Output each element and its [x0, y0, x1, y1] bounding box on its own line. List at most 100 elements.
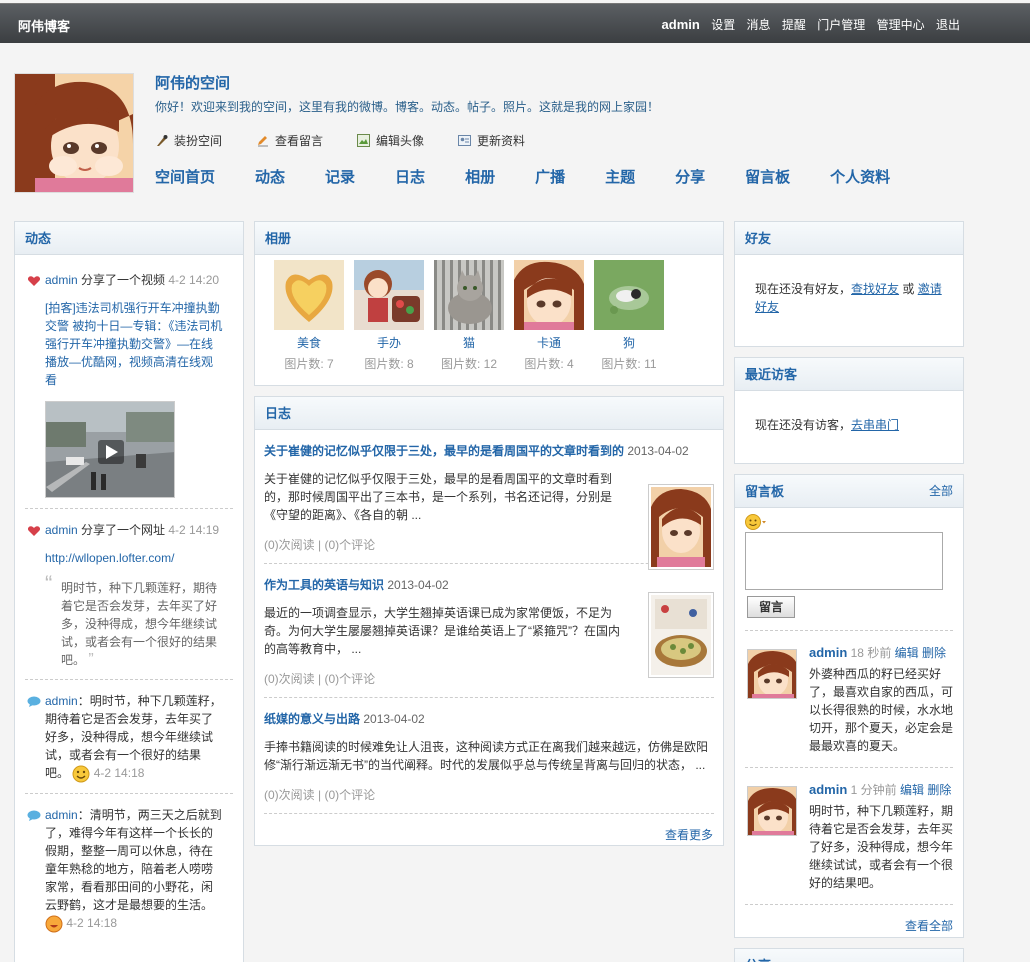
guestbook-user-link[interactable]: admin: [809, 782, 847, 797]
guestbook-submit-button[interactable]: 留言: [747, 596, 795, 618]
feed-time: 4-2 14:18: [93, 766, 145, 780]
feed-url-link[interactable]: http://wllopen.lofter.com/: [45, 549, 223, 567]
album-name[interactable]: 卡通: [509, 334, 589, 351]
top-link-messages[interactable]: 消息: [747, 18, 771, 32]
guestbook-delete-link[interactable]: 删除: [927, 783, 951, 797]
album-thumbnail[interactable]: [434, 260, 504, 330]
album-item[interactable]: 卡通 图片数: 4: [509, 260, 589, 372]
view-messages-label: 查看留言: [275, 134, 324, 148]
nav-threads[interactable]: 主题: [605, 166, 635, 187]
feed-user-link[interactable]: admin: [45, 523, 78, 537]
nav-share[interactable]: 分享: [675, 166, 705, 187]
nav-home[interactable]: 空间首页: [155, 166, 215, 187]
blog-view-more-link[interactable]: 查看更多: [665, 828, 713, 842]
update-profile-label: 更新资料: [477, 134, 526, 148]
feed-video-link[interactable]: [拍客]违法司机强行开车冲撞执勤交警 被拘十日—专辑：《违法司机强行开车冲撞执勤…: [45, 299, 223, 389]
guestbook-all-link[interactable]: 全部: [929, 475, 953, 508]
space-title[interactable]: 阿伟的空间: [155, 72, 230, 93]
guestbook-entry: admin 1 分钟前 编辑 删除 明时节，种下几颗莲籽，期待着它是否会发芽，去…: [745, 767, 953, 904]
guestbook-panel-title: 留言板 全部: [735, 475, 963, 508]
blog-thumbnail[interactable]: [648, 484, 714, 570]
albums-panel-title: 相册: [255, 222, 723, 255]
album-count: 图片数: 4: [524, 357, 574, 371]
site-brand[interactable]: 阿伟博客: [18, 16, 70, 35]
go-visit-link[interactable]: 去串串门: [851, 418, 899, 432]
blog-title-link[interactable]: 纸媒的意义与出路: [264, 712, 360, 726]
visitors-panel: 最近访客 现在还没有访客，去串串门: [734, 357, 964, 464]
feed-action-text: 分享了一个网址: [77, 523, 169, 537]
top-menu: admin 设置 消息 提醒 门户管理 管理中心 退出: [654, 16, 960, 33]
blog-panel-title: 日志: [255, 397, 723, 430]
album-item[interactable]: 猫 图片数: 12: [429, 260, 509, 372]
decorate-space-button[interactable]: 装扮空间: [155, 132, 222, 149]
album-name[interactable]: 手办: [349, 334, 429, 351]
nav-records[interactable]: 记录: [325, 166, 355, 187]
nav-albums[interactable]: 相册: [465, 166, 495, 187]
avatar[interactable]: [747, 649, 797, 699]
blog-excerpt: 最近的一项调查显示，大学生翘掉英语课已成为家常便饭，不足为奇。为何大学生屡屡翘掉…: [264, 606, 620, 656]
guestbook-user-link[interactable]: admin: [809, 645, 847, 660]
guestbook-delete-link[interactable]: 删除: [922, 646, 946, 660]
top-link-logout[interactable]: 退出: [936, 18, 960, 32]
friends-panel-title: 好友: [735, 222, 963, 255]
profile-card-icon: [458, 134, 472, 147]
album-name[interactable]: 猫: [429, 334, 509, 351]
space-actions: 装扮空间 查看留言 编辑头像 更新资料: [155, 132, 559, 149]
album-name[interactable]: 美食: [269, 334, 349, 351]
blog-panel: 日志 关于崔健的记忆似乎仅限于三处，最早的是看周国平的文章时看到的 2013-0…: [254, 396, 724, 846]
pencil-icon: [256, 134, 269, 147]
view-messages-button[interactable]: 查看留言: [256, 132, 323, 149]
top-link-reminders[interactable]: 提醒: [782, 18, 806, 32]
nav-blog[interactable]: 日志: [395, 166, 425, 187]
album-thumbnail[interactable]: [514, 260, 584, 330]
album-item[interactable]: 狗 图片数: 11: [589, 260, 669, 372]
album-thumbnail[interactable]: [274, 260, 344, 330]
edit-avatar-button[interactable]: 编辑头像: [357, 132, 424, 149]
friends-body: 现在还没有好友，查找好友 或 邀请好友: [735, 255, 963, 334]
guestbook-time: 18 秒前: [847, 646, 895, 660]
nav-guestbook[interactable]: 留言板: [745, 166, 790, 187]
nav-feed[interactable]: 动态: [255, 166, 285, 187]
guestbook-time: 1 分钟前: [847, 783, 900, 797]
top-user-link[interactable]: admin: [662, 17, 700, 32]
blog-thumbnail[interactable]: [648, 592, 714, 678]
guestbook-textarea[interactable]: [745, 532, 943, 590]
find-friends-link[interactable]: 查找好友: [851, 282, 899, 296]
guestbook-edit-link[interactable]: 编辑: [900, 783, 924, 797]
feed-user-link[interactable]: admin: [45, 273, 78, 287]
album-thumbnail[interactable]: [594, 260, 664, 330]
album-count: 图片数: 8: [364, 357, 414, 371]
album-item[interactable]: 美食 图片数: 7: [269, 260, 349, 372]
friends-empty-text: 现在还没有好友，: [755, 282, 852, 296]
feed-panel-title: 动态: [15, 222, 243, 255]
blog-date: 2013-04-02: [624, 444, 689, 458]
album-thumbnail[interactable]: [354, 260, 424, 330]
emoji-picker-icon[interactable]: [745, 514, 769, 530]
blog-title-link[interactable]: 关于崔健的记忆似乎仅限于三处，最早的是看周国平的文章时看到的: [264, 444, 624, 458]
top-link-settings[interactable]: 设置: [711, 18, 735, 32]
avatar[interactable]: [747, 786, 797, 836]
guestbook-text: 外婆种西瓜的籽已经买好了，最喜欢自家的西瓜，可以长得很熟的时候，水水地切开，那个…: [809, 667, 954, 753]
guestbook-edit-link[interactable]: 编辑: [895, 646, 919, 660]
update-profile-button[interactable]: 更新资料: [458, 132, 525, 149]
feed-user-link[interactable]: admin: [45, 694, 78, 708]
top-link-admin-center[interactable]: 管理中心: [877, 18, 925, 32]
guestbook-panel: 留言板 全部 留言 admin 18 秒前 编辑 删除 外婆种西瓜的籽已经买好了，…: [734, 474, 964, 938]
visitors-empty-text: 现在还没有访客，: [755, 418, 852, 432]
decorate-space-label: 装扮空间: [174, 134, 223, 148]
album-item[interactable]: 手办 图片数: 8: [349, 260, 429, 372]
feed-user-link[interactable]: admin: [45, 808, 78, 822]
feed-item: admin 分享了一个网址 4-2 14:19 http://wllopen.l…: [25, 509, 233, 680]
space-avatar[interactable]: [14, 73, 134, 193]
emoji-picker[interactable]: [735, 508, 963, 530]
guestbook-entry: admin 18 秒前 编辑 删除 外婆种西瓜的籽已经买好了，最喜欢自家的西瓜，…: [745, 630, 953, 767]
video-thumbnail[interactable]: [45, 401, 175, 498]
guestbook-view-all-link[interactable]: 查看全部: [905, 919, 953, 933]
guestbook-entry-header: admin 18 秒前 编辑 删除: [809, 645, 953, 661]
nav-broadcast[interactable]: 广播: [535, 166, 565, 187]
blog-title-link[interactable]: 作为工具的英语与知识: [264, 578, 384, 592]
heart-icon: [27, 274, 41, 286]
top-link-portal-admin[interactable]: 门户管理: [817, 18, 865, 32]
nav-profile[interactable]: 个人资料: [830, 166, 890, 187]
album-name[interactable]: 狗: [589, 334, 669, 351]
